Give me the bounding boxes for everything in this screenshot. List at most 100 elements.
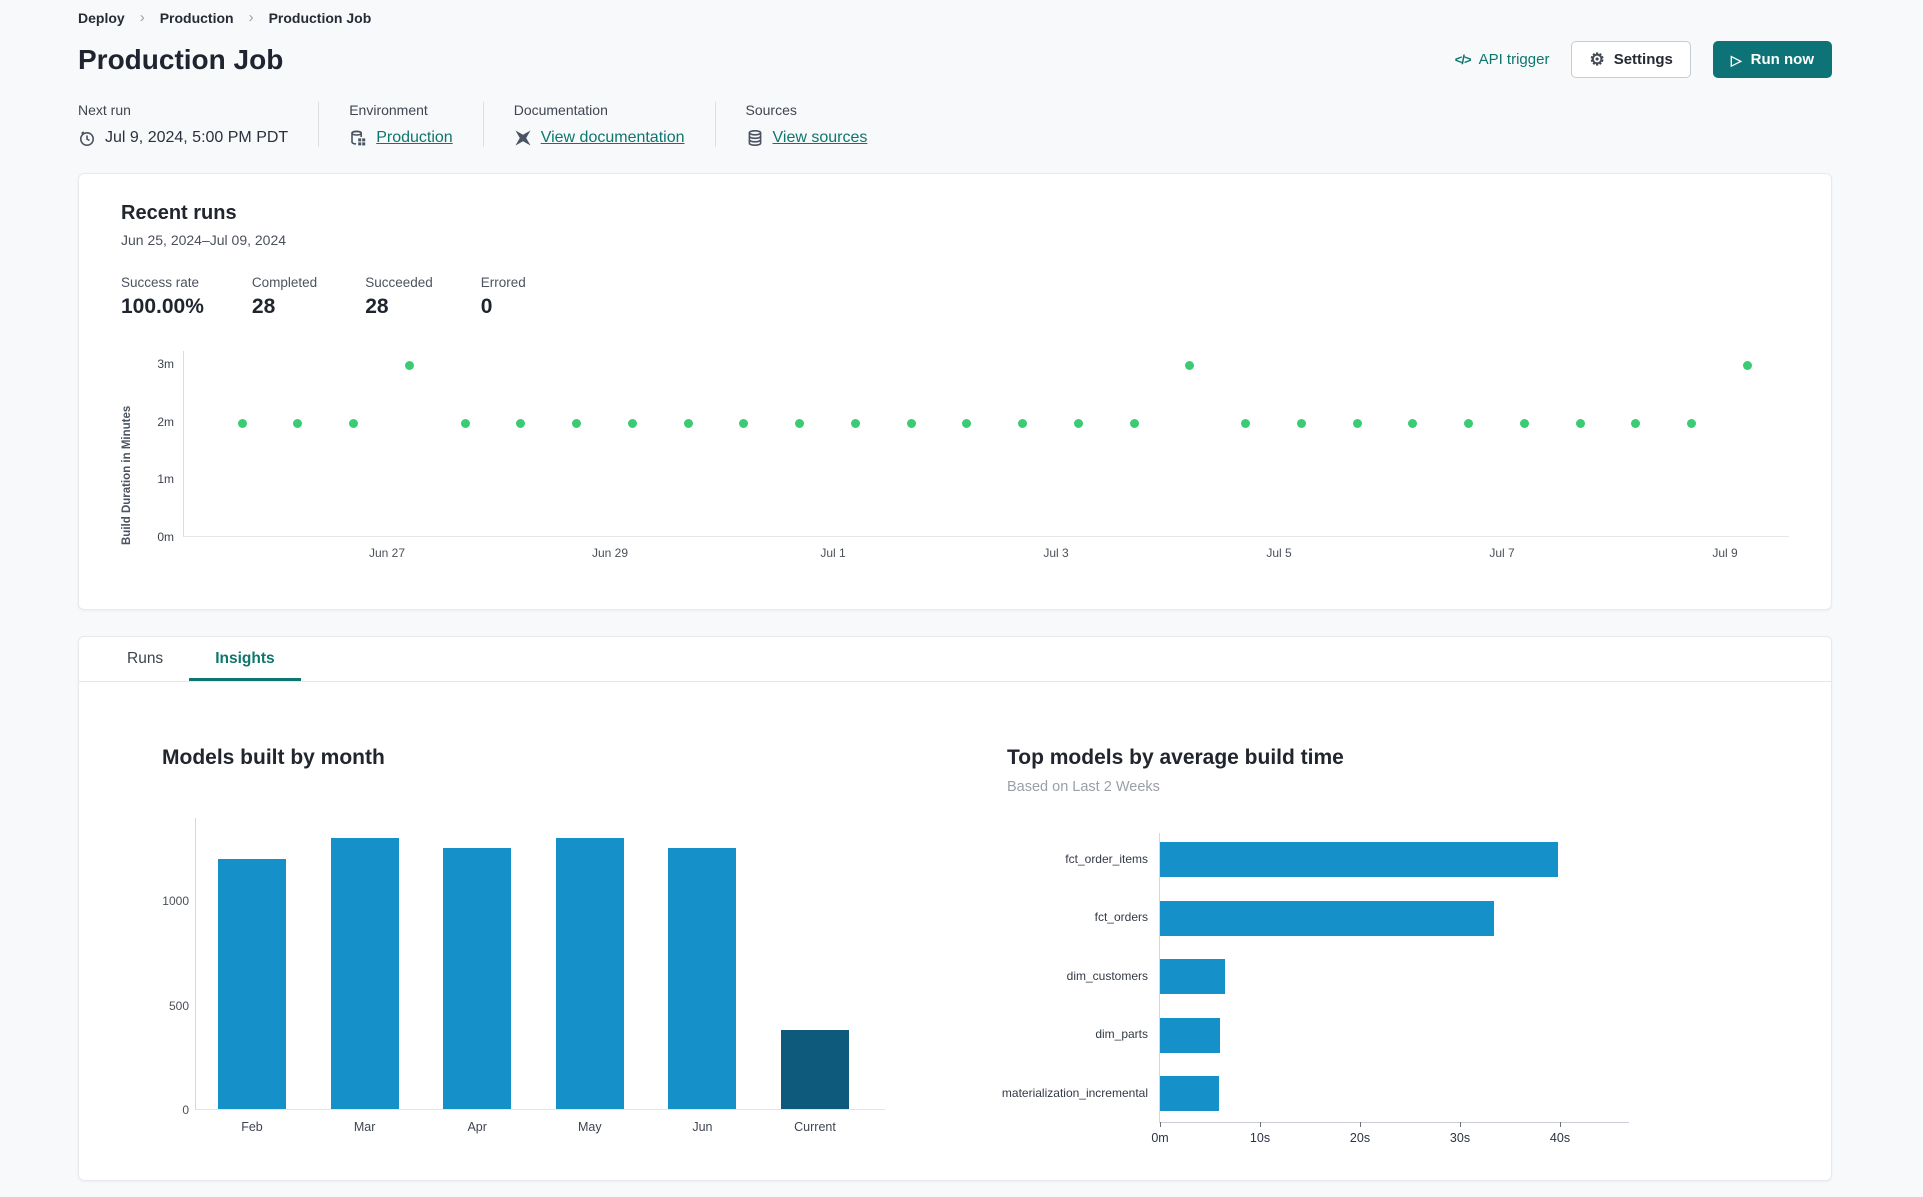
run-point[interactable] [1241, 419, 1251, 428]
month-bar [555, 838, 624, 1109]
model-name-label: fct_orders [1094, 910, 1148, 924]
build-time-axis-tick [1260, 1122, 1261, 1127]
api-trigger-link[interactable]: </> API trigger [1455, 51, 1550, 68]
model-build-time-bar [1160, 842, 1558, 877]
view-documentation-link[interactable]: View documentation [541, 129, 685, 147]
run-point[interactable] [1464, 419, 1474, 428]
run-now-label: Run now [1750, 51, 1814, 68]
model-build-time-bar [1160, 1017, 1220, 1053]
month-label: Jun [692, 1120, 713, 1134]
run-point[interactable] [850, 419, 860, 428]
insights-charts: Models built by month 0 500 1000 Feb Mar Apr M… [79, 682, 1831, 1145]
run-point[interactable] [906, 419, 916, 428]
settings-button[interactable]: ⚙ Settings [1571, 41, 1691, 78]
view-sources-link[interactable]: View sources [773, 129, 868, 147]
top-models-chart: Top models by average build time Based o… [1002, 746, 1831, 1145]
api-trigger-label: API trigger [1478, 51, 1550, 68]
stat-succeeded: Succeeded 28 [365, 275, 433, 318]
run-point[interactable] [1687, 419, 1697, 428]
month-label: May [577, 1120, 602, 1134]
run-point[interactable] [1129, 419, 1139, 428]
month-label: Current [794, 1120, 836, 1134]
environment-icon [351, 130, 366, 146]
chevron-right-icon: › [139, 9, 145, 26]
breadcrumb-production[interactable]: Production [160, 10, 234, 26]
month-bar [218, 859, 286, 1109]
build-time-tick-label: 10s [1249, 1131, 1271, 1145]
run-point[interactable] [627, 419, 637, 428]
duration-y-tick-label: 2m [157, 414, 174, 429]
tab-insights[interactable]: Insights [189, 637, 301, 681]
model-name-label: dim_parts [1095, 1027, 1148, 1041]
run-point[interactable] [1352, 419, 1362, 428]
code-icon: </> [1454, 52, 1472, 67]
stat-completed: Completed 28 [251, 275, 318, 318]
month-bar [330, 838, 399, 1109]
next-run-group: Next run Jul 9, 2024, 5:00 PM PDT [78, 102, 320, 147]
build-duration-chart: Build Duration in Minutes 0m 1m 2m 3m Jun 27… [121, 351, 1789, 560]
run-point[interactable] [404, 361, 414, 371]
run-point[interactable] [1631, 419, 1641, 428]
run-point[interactable] [795, 419, 805, 428]
stat-success-rate: Success rate 100.00% [121, 275, 204, 318]
run-now-button[interactable]: ▷ Run now [1712, 41, 1832, 78]
run-point[interactable] [349, 419, 359, 428]
dbt-docs-icon [515, 130, 531, 146]
run-point[interactable] [460, 419, 470, 428]
run-point[interactable] [1519, 419, 1529, 428]
documentation-label: Documentation [513, 102, 608, 118]
duration-x-tick-label: Jul 1 [820, 546, 846, 560]
environment-group: Environment Production [349, 102, 484, 147]
month-bar [668, 848, 737, 1109]
chevron-right-icon: › [248, 9, 254, 26]
models-y-tick-label: 500 [168, 998, 189, 1013]
run-point[interactable] [1575, 419, 1585, 428]
gear-icon: ⚙ [1589, 50, 1605, 69]
build-time-tick-label: 0m [1151, 1131, 1169, 1145]
duration-y-tick-label: 0m [157, 530, 174, 544]
run-point[interactable] [962, 419, 972, 428]
next-run-label: Next run [78, 102, 131, 118]
run-point[interactable] [1742, 361, 1752, 371]
run-point[interactable] [1296, 419, 1306, 428]
models-by-month-title: Models built by month [162, 746, 385, 769]
recent-runs-card: Recent runs Jun 25, 2024–Jul 09, 2024 Su… [78, 173, 1832, 610]
run-point[interactable] [572, 419, 582, 428]
duration-x-tick-label: Jul 9 [1712, 546, 1738, 560]
run-point[interactable] [1185, 361, 1195, 371]
month-label: Mar [353, 1120, 376, 1134]
documentation-group: Documentation View documentation [514, 102, 716, 147]
timer-icon [80, 131, 94, 146]
top-models-title: Top models by average build time [1007, 746, 1344, 769]
settings-label: Settings [1613, 51, 1673, 68]
next-run-value: Jul 9, 2024, 5:00 PM PDT [105, 129, 289, 146]
month-label: Apr [467, 1120, 487, 1134]
environment-link[interactable]: Production [376, 129, 453, 147]
recent-runs-stats: Success rate 100.00% Completed 28 Succee… [121, 275, 1789, 319]
stat-errored: Errored 0 [480, 275, 526, 318]
job-meta-row: Next run Jul 9, 2024, 5:00 PM PDT Enviro… [78, 102, 1832, 147]
insights-card: Runs Insights Models built by month 0 500… [78, 636, 1832, 1181]
breadcrumb-deploy[interactable]: Deploy [78, 10, 125, 26]
play-icon: ▷ [1730, 51, 1742, 68]
run-point[interactable] [1073, 419, 1083, 428]
run-point[interactable] [1408, 419, 1418, 428]
run-point[interactable] [516, 419, 526, 428]
build-time-tick-label: 30s [1449, 1131, 1471, 1145]
duration-x-tick-label: Jul 5 [1266, 546, 1292, 560]
tab-bar: Runs Insights [79, 637, 1831, 682]
run-point[interactable] [739, 419, 749, 428]
run-point[interactable] [1018, 419, 1028, 428]
run-point[interactable] [293, 419, 303, 428]
duration-y-tick-label: 1m [157, 472, 174, 487]
build-time-tick-label: 20s [1349, 1131, 1371, 1145]
model-build-time-bar [1160, 1076, 1219, 1111]
duration-y-tick-label: 3m [157, 356, 174, 371]
tab-runs[interactable]: Runs [101, 637, 189, 681]
run-point[interactable] [683, 419, 693, 428]
model-name-label: fct_order_items [1065, 851, 1148, 866]
run-point[interactable] [237, 419, 247, 428]
models-by-month-chart: Models built by month 0 500 1000 Feb Mar Apr M… [162, 746, 1007, 1134]
header-actions: </> API trigger ⚙ Settings ▷ Run now [1455, 41, 1832, 78]
recent-runs-title: Recent runs [121, 202, 237, 224]
